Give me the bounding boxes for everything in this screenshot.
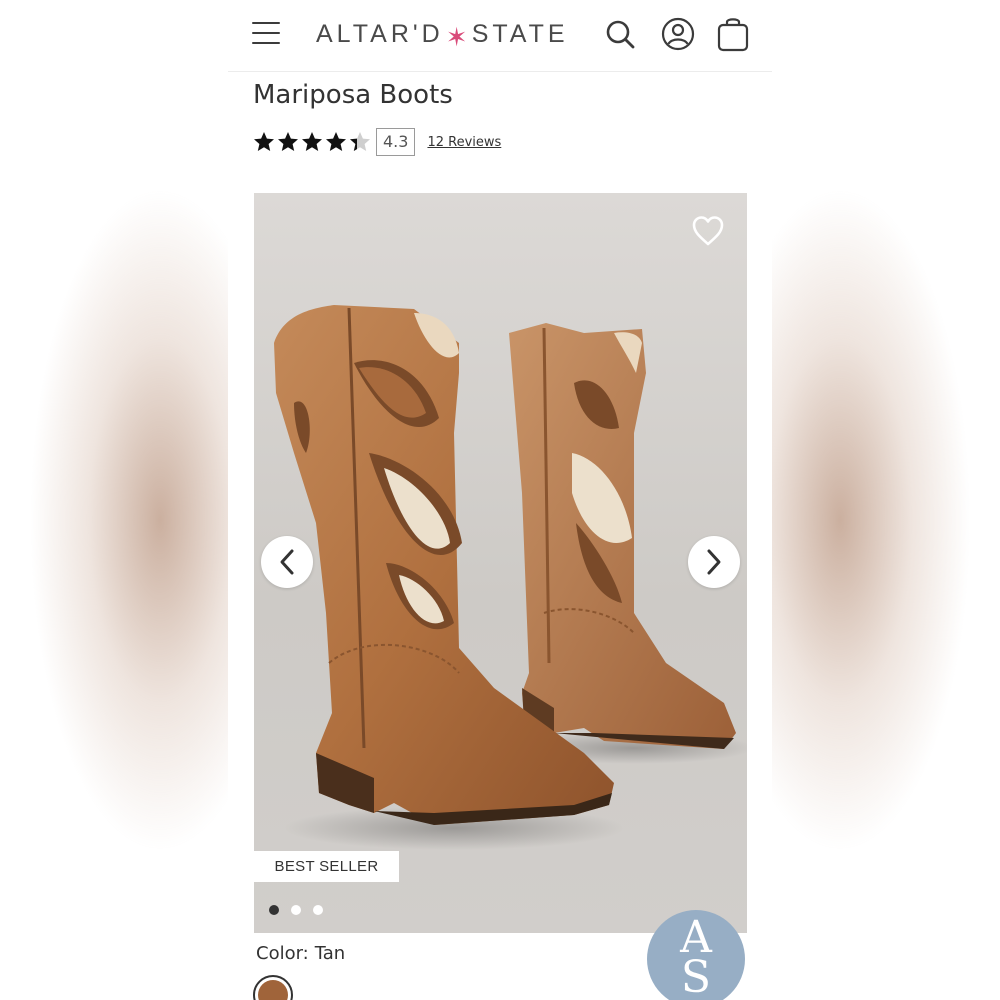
rating-value: 4.3 <box>376 128 416 156</box>
brand-logo[interactable]: ALTAR'D ✶ STATE <box>316 18 569 53</box>
star-full-icon <box>278 132 298 151</box>
account-icon <box>661 17 695 51</box>
wishlist-button[interactable] <box>690 213 726 249</box>
reviews-link[interactable]: 12 Reviews <box>427 135 501 150</box>
best-seller-badge: BEST SELLER <box>254 851 399 882</box>
background-right <box>772 0 1000 1000</box>
logo-star-icon: ✶ <box>445 22 468 52</box>
product-page: ALTAR'D ✶ STATE Mariposa Boots 4.3 12 Re… <box>228 0 772 1000</box>
chevron-right-icon <box>707 549 721 575</box>
product-image-gallery[interactable]: BEST SELLER <box>254 193 747 933</box>
heart-icon <box>692 216 724 246</box>
shopping-bag-icon <box>717 18 749 52</box>
swatch-fill <box>258 980 288 1000</box>
carousel-dot[interactable] <box>291 905 301 915</box>
logo-text-left: ALTAR'D <box>316 19 444 48</box>
star-full-icon <box>302 132 322 151</box>
search-icon <box>606 20 635 49</box>
next-image-button[interactable] <box>688 536 740 588</box>
background-left <box>0 0 228 1000</box>
previous-image-button[interactable] <box>261 536 313 588</box>
color-value: Tan <box>314 943 346 964</box>
hamburger-menu-icon[interactable] <box>252 22 280 46</box>
shopping-bag-button[interactable] <box>713 14 753 54</box>
star-partial-icon <box>350 132 370 151</box>
color-label: Color: Tan <box>256 943 345 964</box>
account-button[interactable] <box>658 14 698 54</box>
rating-row: 4.3 12 Reviews <box>252 127 501 157</box>
carousel-dot[interactable] <box>269 905 279 915</box>
watermark-letter-s: S <box>680 952 712 1000</box>
carousel-dots <box>269 905 323 915</box>
search-button[interactable] <box>600 14 640 54</box>
product-title: Mariposa Boots <box>253 80 453 110</box>
star-full-icon <box>254 132 274 151</box>
carousel-dot[interactable] <box>313 905 323 915</box>
star-full-icon <box>326 132 346 151</box>
product-image <box>274 305 747 850</box>
chevron-left-icon <box>280 549 294 575</box>
rating-stars <box>252 130 372 154</box>
site-header: ALTAR'D ✶ STATE <box>228 0 772 72</box>
color-swatch-tan[interactable] <box>253 975 293 1000</box>
logo-text-right: STATE <box>471 19 569 48</box>
color-label-text: Color: <box>256 943 309 964</box>
watermark-logo: A S <box>647 910 745 1000</box>
